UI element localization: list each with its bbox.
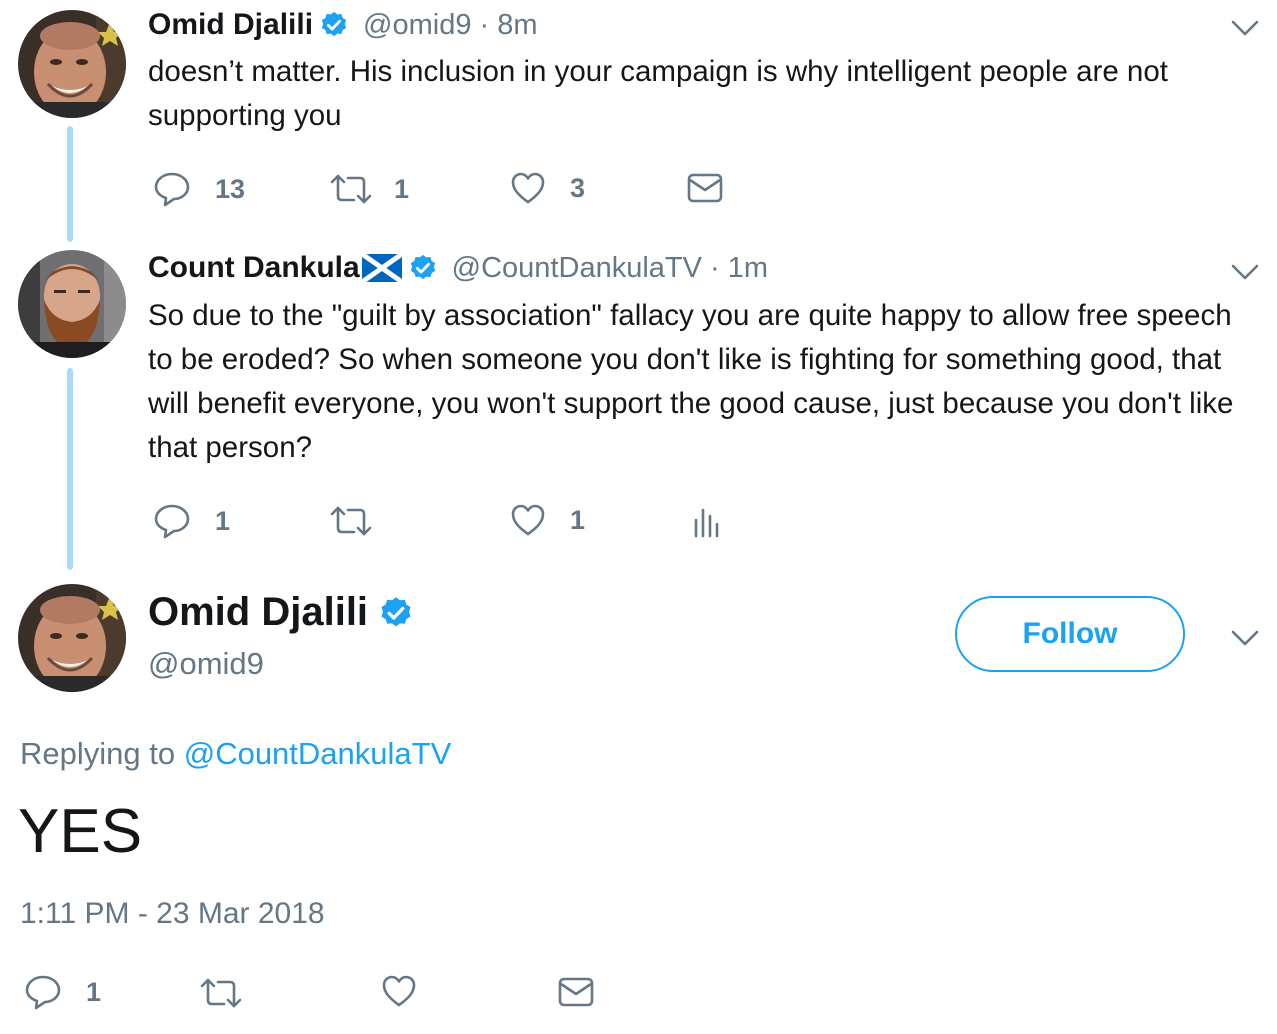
- heart-icon: [382, 975, 416, 1007]
- reply-count: 1: [215, 505, 231, 536]
- thread-connector-2: [67, 368, 73, 570]
- tweet1-header: Omid Djalili @omid9 · 8m: [148, 8, 538, 42]
- analytics-icon: [694, 508, 719, 538]
- main-author-header: Omid Djalili: [148, 590, 414, 635]
- reply-count: 13: [215, 173, 246, 204]
- heart-icon: [511, 172, 545, 204]
- like-button[interactable]: [381, 974, 417, 1008]
- avatar-count-dankula[interactable]: [18, 250, 126, 358]
- follow-button[interactable]: Follow: [955, 596, 1185, 672]
- avatar-omid-main[interactable]: [18, 584, 126, 692]
- analytics-button[interactable]: [693, 506, 719, 538]
- reply-icon: [154, 172, 190, 207]
- author-name[interactable]: Omid Djalili: [148, 590, 368, 635]
- retweet-icon: [200, 978, 242, 1008]
- replying-handle-link[interactable]: @CountDankulaTV: [184, 736, 452, 771]
- chevron-down-icon[interactable]: [1230, 628, 1260, 648]
- chevron-down-icon[interactable]: [1230, 262, 1260, 282]
- tweet-timestamp[interactable]: 1:11 PM - 23 Mar 2018: [20, 897, 325, 931]
- avatar-omid[interactable]: [18, 10, 126, 118]
- author-name[interactable]: Count Dankula: [148, 251, 360, 285]
- verified-badge-icon: [378, 595, 414, 631]
- like-count: 3: [570, 172, 586, 203]
- author-handle-time[interactable]: @omid9 · 8m: [363, 9, 537, 42]
- like-button[interactable]: 3: [510, 171, 585, 205]
- like-count: 1: [570, 504, 586, 535]
- reply-count: 1: [86, 976, 102, 1007]
- author-handle-time[interactable]: @CountDankulaTV · 1m: [452, 252, 768, 285]
- replying-prefix: Replying to: [20, 736, 184, 771]
- retweet-count: 1: [394, 173, 410, 204]
- tweet2-text: So due to the "guilt by association" fal…: [148, 299, 1234, 464]
- direct-message-button[interactable]: [687, 172, 723, 204]
- replying-to: Replying to @CountDankulaTV: [20, 736, 451, 772]
- verified-badge-icon: [408, 253, 438, 283]
- main-tweet-text: YES: [18, 797, 143, 866]
- thread-connector-1: [67, 126, 73, 242]
- direct-message-button[interactable]: [558, 976, 594, 1008]
- retweet-icon: [330, 174, 372, 204]
- tweet2-header: Count Dankula @CountDankulaTV · 1m: [148, 251, 768, 285]
- reply-icon: [154, 504, 190, 539]
- reply-button[interactable]: 13: [153, 171, 245, 207]
- envelope-icon: [687, 173, 723, 203]
- reply-button[interactable]: 1: [24, 974, 101, 1010]
- retweet-button[interactable]: 1: [330, 172, 409, 206]
- reply-icon: [25, 975, 61, 1010]
- author-name[interactable]: Omid Djalili: [148, 8, 313, 42]
- tweet1-text: doesn’t matter. His inclusion in your ca…: [148, 55, 1168, 132]
- heart-icon: [511, 504, 545, 536]
- like-button[interactable]: 1: [510, 503, 585, 537]
- scotland-flag-icon: [360, 251, 404, 285]
- reply-button[interactable]: 1: [153, 503, 230, 539]
- retweet-icon: [330, 506, 372, 536]
- verified-badge-icon: [319, 10, 349, 40]
- retweet-button[interactable]: [330, 504, 396, 538]
- author-handle[interactable]: @omid9: [148, 646, 264, 682]
- retweet-button[interactable]: [200, 976, 242, 1010]
- envelope-icon: [558, 977, 594, 1007]
- chevron-down-icon[interactable]: [1230, 18, 1260, 38]
